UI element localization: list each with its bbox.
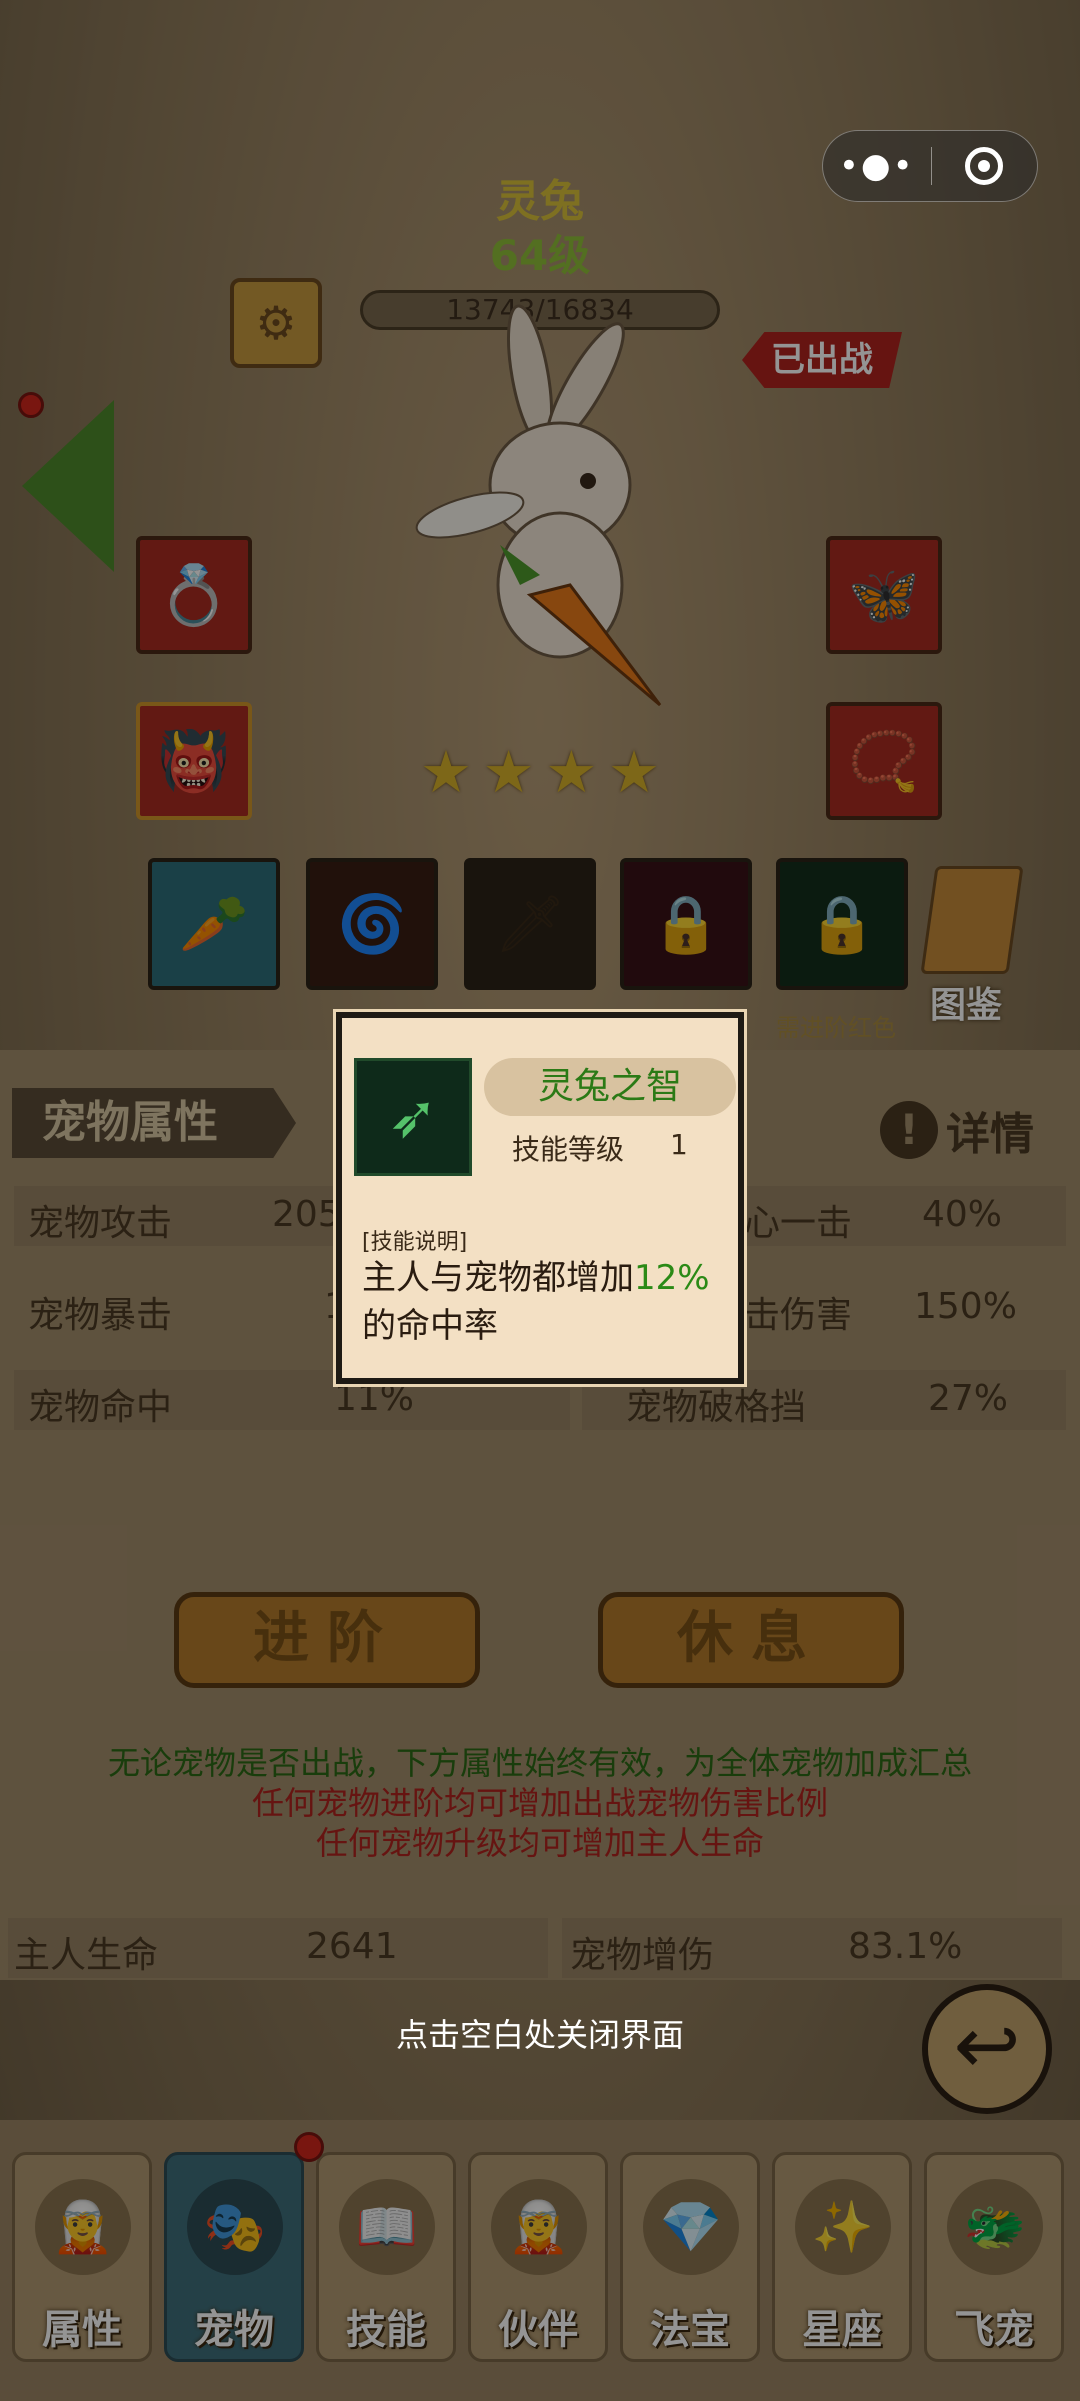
tab-label: 宠物 (194, 2307, 274, 2353)
tab-pets[interactable]: 🎭 宠物 (164, 2152, 304, 2362)
need-red-hint: 需进阶红色 (776, 1014, 896, 1042)
attr-value: 150% (914, 1286, 1017, 1327)
tab-flying-pet[interactable]: 🐲 飞宠 (924, 2152, 1064, 2362)
constellation-icon: ✨ (795, 2179, 891, 2275)
treasure-icon: 💎 (643, 2179, 739, 2275)
notification-dot (294, 2132, 324, 2162)
desc-text: 的命中率 (362, 1306, 498, 1346)
target-icon (965, 147, 1004, 185)
tab-label: 属性 (42, 2307, 122, 2353)
rest-button[interactable]: 休息 (598, 1592, 904, 1688)
ring-icon: 💍 (157, 560, 231, 629)
pet-name: 灵兔 (496, 176, 584, 227)
pet-dmg-value: 83.1% (848, 1926, 963, 1967)
wing-icon: 🦋 (847, 560, 921, 629)
equip-slot-wing[interactable]: 🦋 (826, 536, 942, 654)
star-icon: ★ (420, 738, 472, 806)
deployed-badge: 已出战 (742, 332, 902, 388)
tab-label: 星座 (802, 2307, 882, 2353)
skill-name: 灵兔之智 (484, 1058, 736, 1116)
skill-slot-5-locked[interactable]: 🔒 (776, 858, 908, 990)
attr-label: 宠物命中 (28, 1387, 173, 1428)
skill-slot-4-locked[interactable]: 🔒 (620, 858, 752, 990)
necklace-icon: 📿 (847, 726, 921, 795)
miniprogram-capsule: •●• (822, 130, 1038, 202)
attr-label: 宠物暴击 (28, 1295, 173, 1336)
skill-slot-1[interactable]: 🥕 (148, 858, 280, 990)
owner-hp-row: 主人生命 2641 (8, 1918, 548, 1978)
partner-portrait-icon: 🧝 (491, 2179, 587, 2275)
notification-dot (18, 392, 44, 418)
attr-label: 击伤害 (744, 1295, 853, 1336)
info-line-3: 任何宠物升级均可增加主人生命 (315, 1824, 764, 1862)
equip-slot-necklace[interactable]: 📿 (826, 702, 942, 820)
attr-label: 心一击 (744, 1203, 853, 1244)
close-hint: 点击空白处关闭界面 (395, 2016, 684, 2054)
exclamation-icon: ! (880, 1101, 938, 1159)
orbit-icon: 🌀 (337, 892, 407, 957)
pet-level: 64级 (489, 231, 591, 280)
gear-icon[interactable]: ⚙ (230, 278, 322, 368)
equip-slot-ring[interactable]: 💍 (136, 536, 252, 654)
lock-icon: 🔒 (807, 892, 877, 957)
skill-book-icon: 📖 (339, 2179, 435, 2275)
tab-treasure[interactable]: 💎 法宝 (620, 2152, 760, 2362)
attr-label: 宠物破格挡 (626, 1387, 807, 1428)
carrot-icon: 🥕 (179, 892, 249, 957)
atlas-book-icon[interactable] (920, 866, 1024, 974)
detail-button[interactable]: ! 详情 (880, 1098, 1034, 1162)
attr-value: 205 (272, 1194, 341, 1235)
owner-hp-label: 主人生命 (14, 1935, 159, 1976)
hero-portrait-icon: 🧝 (35, 2179, 131, 2275)
tab-attributes[interactable]: 🧝 属性 (12, 2152, 152, 2362)
flying-pet-icon: 🐲 (947, 2179, 1043, 2275)
star-icon: ★ (607, 738, 660, 806)
detail-label: 详情 (946, 1109, 1034, 1160)
skill-slot-2[interactable]: 🌀 (306, 858, 438, 990)
attr-label: 宠物攻击 (28, 1203, 173, 1244)
attr-value: 11% (334, 1378, 415, 1419)
more-menu-button[interactable]: •●• (823, 146, 931, 186)
tab-label: 飞宠 (954, 2307, 1034, 2353)
owner-hp-value: 2641 (306, 1926, 398, 1967)
attribute-title: 宠物属性 (12, 1088, 296, 1158)
skill-slot-3[interactable]: 🗡 (464, 858, 596, 990)
close-miniprogram-button[interactable] (932, 147, 1038, 185)
desc-highlight: 12% (634, 1258, 710, 1298)
skill-description: 主人与宠物都增加12% 的命中率 (362, 1254, 742, 1350)
pet-dmg-row: 宠物增伤 83.1% (562, 1918, 1062, 1978)
desc-text: 主人与宠物都增加 (362, 1258, 634, 1298)
tab-constellation[interactable]: ✨ 星座 (772, 2152, 912, 2362)
attr-value: 40% (922, 1194, 1003, 1235)
skill-target-icon: ➶ (354, 1058, 472, 1176)
skill-desc-heading: [技能说明] (362, 1230, 468, 1255)
star-icon: ★ (482, 738, 535, 806)
weapon-icon: 🗡 (494, 892, 566, 957)
star-icon: ★ (545, 738, 598, 806)
skill-level-value: 1 (670, 1128, 688, 1161)
pet-rabbit-image (415, 304, 662, 707)
equip-slot-helmet[interactable]: 👹 (136, 702, 252, 820)
tab-skills[interactable]: 📖 技能 (316, 2152, 456, 2362)
skill-level-label: 技能等级 (512, 1133, 625, 1166)
tab-partners[interactable]: 🧝 伙伴 (468, 2152, 608, 2362)
tab-label: 伙伴 (498, 2307, 578, 2353)
tab-label: 技能 (346, 2307, 426, 2353)
tab-label: 法宝 (650, 2307, 730, 2353)
attr-value: 27% (928, 1378, 1009, 1419)
pet-dmg-label: 宠物增伤 (570, 1935, 715, 1976)
helmet-icon: 👹 (157, 726, 231, 795)
atlas-label[interactable]: 图鉴 (930, 976, 1002, 1028)
pet-mask-icon: 🎭 (187, 2179, 283, 2275)
skill-popup: ➶ 灵兔之智 技能等级 1 [技能说明] 主人与宠物都增加12% 的命中率 (336, 1012, 744, 1384)
advance-button[interactable]: 进阶 (174, 1592, 480, 1688)
lock-icon: 🔒 (651, 892, 721, 957)
star-rating: ★ ★ ★ ★ (420, 738, 660, 806)
